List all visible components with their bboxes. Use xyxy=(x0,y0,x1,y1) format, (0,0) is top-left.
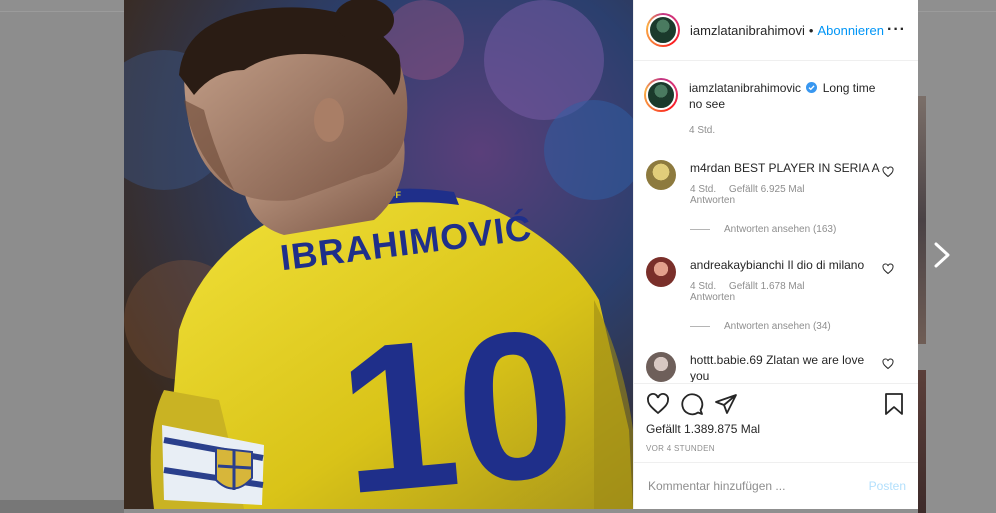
likes-count[interactable]: Gefällt 1.389.875 Mal xyxy=(646,422,906,436)
heart-icon[interactable] xyxy=(882,263,894,275)
comment-likes[interactable]: Gefällt 1.678 Mal xyxy=(729,281,805,292)
comment-username[interactable]: hottt.babie.69 xyxy=(690,353,763,367)
reply-button[interactable]: Antworten xyxy=(690,195,882,206)
comment-avatar[interactable] xyxy=(646,257,676,287)
comment-item: m4rdan BEST PLAYER IN SERIA A 4 Std. Gef… xyxy=(646,160,906,206)
post-timestamp: VOR 4 STUNDEN xyxy=(646,444,715,453)
comment-form: Posten xyxy=(634,462,918,509)
comment-time: 4 Std. xyxy=(690,281,717,292)
comment-likes[interactable]: Gefällt 6.925 Mal xyxy=(729,184,805,195)
like-heart-icon[interactable] xyxy=(646,392,670,416)
comment-username[interactable]: andreakaybianchi xyxy=(690,258,784,272)
comment-text: BEST PLAYER IN SERIA A xyxy=(734,161,880,175)
bookmark-icon[interactable] xyxy=(882,392,906,416)
caption-time: 4 Std. xyxy=(689,125,716,136)
comment-avatar[interactable] xyxy=(646,352,676,382)
comment-item: andreakaybianchi Il dio di milano 4 Std.… xyxy=(646,257,906,303)
replies-line xyxy=(690,229,710,230)
comment-icon[interactable] xyxy=(680,392,704,416)
background-feed-left xyxy=(0,12,124,513)
post-image: SvFF IBRAHIMOVIĆ 10 xyxy=(124,0,633,509)
share-icon[interactable] xyxy=(714,392,738,416)
view-replies-label: Antworten ansehen (163) xyxy=(724,224,837,235)
comment-username[interactable]: m4rdan xyxy=(690,161,731,175)
comment-time: 4 Std. xyxy=(690,184,717,195)
view-replies-button[interactable]: Antworten ansehen (163) xyxy=(690,224,906,235)
caption-username[interactable]: iamzlatanibrahimovic xyxy=(689,81,801,95)
background-thumbnail xyxy=(0,500,124,513)
more-icon[interactable]: ··· xyxy=(887,21,906,39)
post-header: iamzlatanibrahimovi • Abonnieren ··· xyxy=(634,0,918,61)
post-modal: SvFF IBRAHIMOVIĆ 10 ia xyxy=(124,0,918,509)
follow-button[interactable]: Abonnieren xyxy=(817,23,884,38)
author-username[interactable]: iamzlatanibrahimovi xyxy=(690,23,805,38)
verified-icon xyxy=(806,82,818,93)
heart-icon[interactable] xyxy=(882,166,894,178)
view-replies-label: Antworten ansehen (34) xyxy=(724,321,831,332)
post-button[interactable]: Posten xyxy=(869,479,906,493)
view-replies-button[interactable]: Antworten ansehen (34) xyxy=(690,321,906,332)
background-thumbnail xyxy=(918,96,926,344)
caption: iamzlatanibrahimovic Long time no see 4 … xyxy=(644,78,906,136)
heart-icon[interactable] xyxy=(882,358,894,370)
header-separator: • xyxy=(808,22,814,38)
post-sidebar: iamzlatanibrahimovi • Abonnieren ··· iam… xyxy=(633,0,918,509)
comment-text: Il dio di milano xyxy=(787,258,865,272)
replies-line xyxy=(690,326,710,327)
background-thumbnail xyxy=(918,370,926,513)
comment-avatar[interactable] xyxy=(646,160,676,190)
caption-avatar[interactable] xyxy=(644,78,678,112)
reply-button[interactable]: Antworten xyxy=(690,292,882,303)
post-photo-illustration: SvFF IBRAHIMOVIĆ 10 xyxy=(124,0,633,509)
comment-item: hottt.babie.69 Zlatan we are love you xyxy=(646,352,906,382)
comments-list[interactable]: iamzlatanibrahimovic Long time no see 4 … xyxy=(634,62,918,382)
post-actions: Gefällt 1.389.875 Mal VOR 4 STUNDEN xyxy=(634,383,918,453)
author-avatar[interactable] xyxy=(646,13,680,47)
jersey-number: 10 xyxy=(330,284,583,509)
chevron-right-icon[interactable] xyxy=(930,240,954,270)
action-icons xyxy=(646,384,906,424)
comment-input[interactable] xyxy=(648,479,869,493)
